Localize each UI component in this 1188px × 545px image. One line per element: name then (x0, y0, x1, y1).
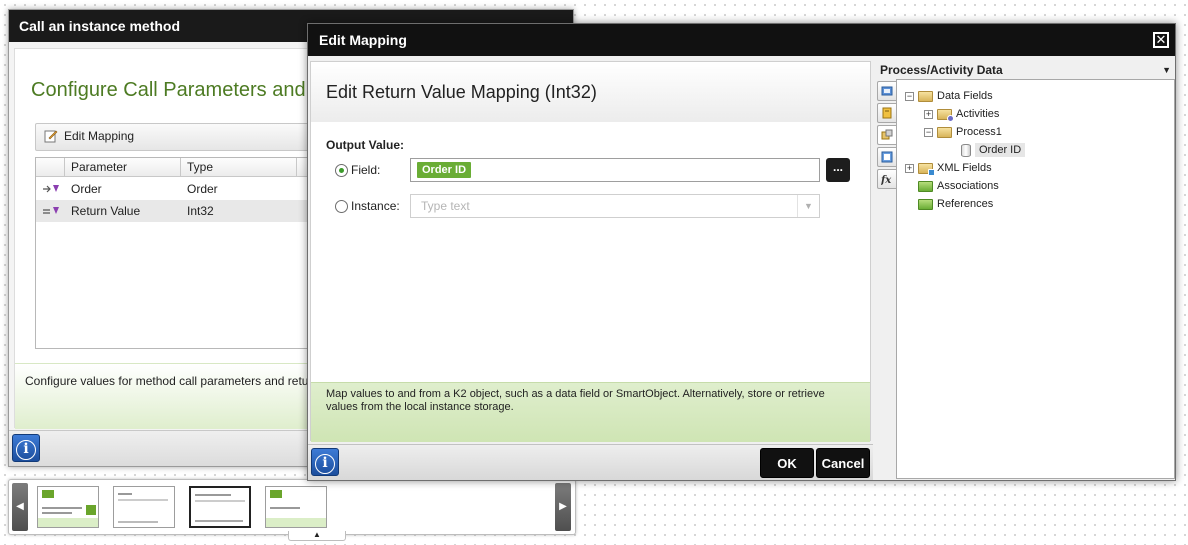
info-icon: i (16, 440, 36, 460)
close-icon: ✕ (1155, 32, 1167, 47)
folder-icon (918, 90, 933, 102)
edit-mapping-button[interactable]: Edit Mapping (44, 129, 134, 143)
environment-icon (881, 86, 893, 96)
tab-workflow-context[interactable] (877, 147, 897, 167)
ok-button[interactable]: OK (760, 448, 814, 478)
tree-node-label: References (937, 198, 994, 210)
wizard-step-thumbnail[interactable] (265, 486, 327, 528)
tab-objects[interactable] (877, 103, 897, 123)
wizard-step-thumbnail-current[interactable] (189, 486, 251, 528)
svg-text:fx: fx (881, 175, 892, 185)
arrow-right-icon: ▶ (559, 501, 567, 512)
tree-node-label: Order ID (975, 143, 1026, 157)
page-title: Edit Return Value Mapping (Int32) (326, 82, 597, 102)
parameter-name: Return Value (71, 204, 141, 218)
info-icon: i (315, 454, 335, 474)
context-icon (881, 151, 893, 163)
field-token-order-id[interactable]: Order ID (417, 162, 472, 178)
strip-toggle-handle[interactable]: ▲ (288, 531, 346, 541)
instance-radio[interactable] (335, 200, 348, 213)
k2-logo-icon (270, 490, 282, 498)
mapping-editor: Edit Return Value Mapping (Int32) Output… (310, 61, 871, 442)
chevron-down-icon[interactable]: ▼ (1162, 61, 1171, 79)
cancel-button[interactable]: Cancel (816, 448, 870, 478)
arrow-up-icon: ▲ (313, 530, 321, 539)
wizard-step-thumbnail[interactable] (113, 486, 175, 528)
wizard-thumbnail-strip: ◀ ▶ (8, 479, 576, 535)
tree-node-activities[interactable]: + Activities (924, 105, 999, 123)
column-header-type[interactable]: Type (180, 158, 296, 177)
instance-combo[interactable]: ▼ (410, 194, 820, 218)
activities-folder-icon (937, 108, 954, 122)
panel-header[interactable]: Process/Activity Data ▼ (875, 61, 1175, 79)
return-value-icon (43, 207, 59, 214)
k2-logo-icon (42, 490, 54, 498)
dialog-title-bar: Edit Mapping ✕ (308, 24, 1175, 56)
tree-node-label: Data Fields (937, 90, 993, 102)
arrow-left-icon: ◀ (16, 501, 24, 512)
collapse-icon[interactable]: − (924, 127, 933, 137)
tree-node-order-id[interactable]: Order ID (961, 141, 1026, 159)
step-icon (86, 505, 96, 515)
scroll-left-button[interactable]: ◀ (12, 483, 28, 531)
tree-node-label: Process1 (956, 126, 1002, 138)
tab-functions[interactable]: fx (877, 169, 897, 189)
tree-node-label: Activities (956, 108, 1000, 120)
associations-folder-icon (918, 180, 933, 192)
tab-environment[interactable] (877, 81, 897, 101)
xml-folder-icon (918, 162, 935, 176)
data-tree: − Data Fields + Activities − Process1 Or… (896, 79, 1175, 479)
parameter-name: Order (71, 182, 102, 196)
book-icon (882, 107, 892, 119)
close-button[interactable]: ✕ (1153, 32, 1169, 48)
tree-node-data-fields[interactable]: − Data Fields (905, 87, 993, 105)
edit-mapping-dialog: Edit Mapping ✕ Edit Return Value Mapping… (307, 23, 1176, 481)
tree-node-associations[interactable]: Associations (918, 177, 999, 195)
dialog-title: Edit Mapping (319, 32, 407, 48)
panel-title: Process/Activity Data (880, 63, 1003, 77)
expand-icon[interactable]: + (924, 109, 933, 119)
editor-header: Edit Return Value Mapping (Int32) (311, 62, 870, 122)
parameter-type: Order (187, 182, 218, 196)
wizard-step-thumbnail[interactable] (37, 486, 99, 528)
tree-node-references[interactable]: References (918, 195, 993, 213)
tree-node-xml-fields[interactable]: + XML Fields (905, 159, 992, 177)
field-value-input[interactable]: Order ID (410, 158, 820, 182)
browse-button[interactable]: ... (826, 158, 850, 182)
function-icon: fx (881, 175, 892, 185)
parameter-type: Int32 (187, 204, 214, 218)
tab-process-data[interactable] (877, 125, 897, 145)
scroll-right-button[interactable]: ▶ (555, 483, 571, 531)
help-note-text: Map values to and from a K2 object, such… (326, 388, 825, 413)
info-button[interactable]: i (311, 448, 339, 476)
output-value-label: Output Value: (326, 138, 404, 152)
column-header-parameter[interactable]: Parameter (64, 158, 180, 177)
instance-radio-label[interactable]: Instance: (351, 199, 400, 213)
collapse-icon[interactable]: − (905, 91, 914, 101)
dialog-button-bar: i OK Cancel (308, 444, 873, 480)
tree-node-process1[interactable]: − Process1 (924, 123, 1002, 141)
edit-icon (44, 130, 58, 143)
instance-dropdown-button[interactable]: ▼ (797, 195, 819, 217)
references-folder-icon (918, 198, 933, 210)
tree-node-label: XML Fields (937, 162, 992, 174)
info-button[interactable]: i (12, 434, 40, 462)
panel-side-tabs: fx (877, 81, 897, 481)
field-radio-label[interactable]: Field: (351, 163, 380, 177)
dialog-title: Call an instance method (19, 18, 181, 34)
field-radio[interactable] (335, 164, 348, 177)
edit-mapping-label: Edit Mapping (64, 129, 135, 143)
instance-input[interactable] (411, 195, 797, 217)
data-field-icon (961, 143, 971, 157)
help-note-text: Configure values for method call paramet… (25, 374, 336, 388)
input-parameter-icon (43, 185, 59, 193)
process-activity-data-panel: Process/Activity Data ▼ fx − Data Fields… (875, 58, 1175, 480)
help-note: Map values to and from a K2 object, such… (311, 382, 870, 442)
folder-icon (937, 126, 952, 138)
chevron-down-icon: ▼ (804, 201, 813, 211)
page-title: Configure Call Parameters and (31, 79, 306, 101)
tree-node-label: Associations (937, 180, 999, 192)
expand-icon[interactable]: + (905, 163, 914, 173)
process-data-icon (881, 129, 893, 140)
